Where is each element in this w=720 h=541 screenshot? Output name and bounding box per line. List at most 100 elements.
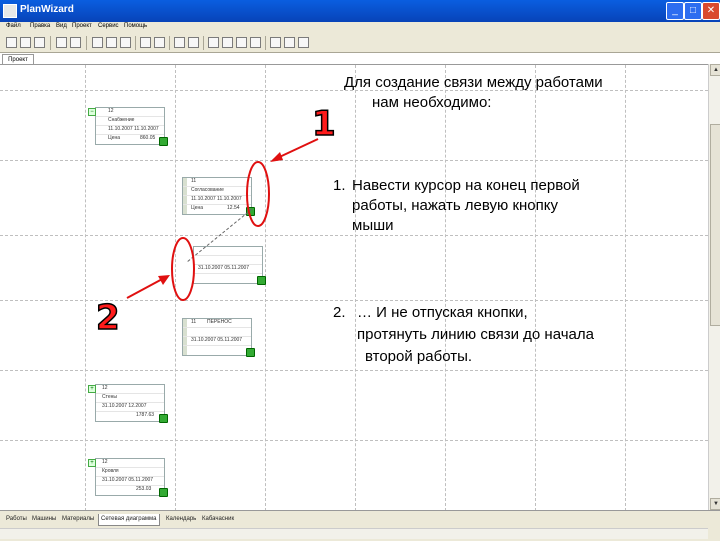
step2-line3: второй работы. [365, 348, 473, 365]
new-icon[interactable] [6, 37, 17, 48]
task-id: 12 [102, 385, 108, 391]
task-name: ПЕРЕНОС [207, 319, 232, 325]
grid-line [175, 65, 176, 511]
task-cost: 12.54 [227, 205, 240, 211]
paste-icon[interactable] [120, 37, 131, 48]
cut-icon[interactable] [92, 37, 103, 48]
grid-line [0, 370, 708, 371]
scroll-thumb[interactable] [710, 124, 720, 326]
toolbar-separator [86, 36, 87, 50]
task-name: Снабжение [108, 117, 135, 123]
menu-file[interactable]: Файл [6, 23, 21, 29]
person-icon[interactable] [270, 37, 281, 48]
close-button[interactable]: ✕ [702, 2, 720, 20]
task-name: Согласование [191, 187, 224, 193]
menu-help[interactable]: Помощь [124, 23, 147, 29]
grid-icon[interactable] [284, 37, 295, 48]
expand-icon[interactable]: + [88, 385, 96, 393]
scroll-down-icon[interactable]: ▼ [710, 498, 720, 510]
add-task-icon[interactable] [174, 37, 185, 48]
task-cost: 860.05 [140, 135, 156, 141]
step-marker-1: 1 [311, 103, 336, 145]
step-marker-2: 2 [95, 297, 120, 339]
task-card[interactable]: + 12 Стены 31.10.2007 12.2007 1787.63 [88, 384, 168, 423]
task-id: 11 [191, 319, 197, 325]
task-id: 12 [108, 108, 114, 114]
edit-task-icon[interactable] [188, 37, 199, 48]
instruction-heading-line1: Для создание связи между работами [344, 74, 603, 91]
tab-extra[interactable]: Кабачасник [200, 514, 236, 525]
grid-line [85, 65, 86, 511]
task-card[interactable]: + 12 Кровля 31.10.2007 05.11.2007 253.03 [88, 458, 168, 497]
vertical-scrollbar[interactable]: ▲ ▼ [708, 64, 720, 510]
check-icon [257, 276, 266, 285]
grid-line [445, 65, 446, 511]
info-icon[interactable] [250, 37, 261, 48]
check-icon [246, 348, 255, 357]
task-name: Кровля [102, 468, 119, 474]
task-id: 11 [191, 178, 197, 184]
check-icon [159, 137, 168, 146]
menu-service[interactable]: Сервис [98, 23, 119, 29]
step2-line2: протянуть линию связи до начала [357, 326, 594, 343]
grid-line [265, 65, 266, 511]
zoom-icon[interactable] [222, 37, 233, 48]
task-dates: 31.10.2007 12.2007 [102, 403, 147, 409]
task-cost: 253.03 [136, 486, 152, 492]
step1-line2: работы, нажать левую кнопку [352, 197, 558, 214]
toolbar-separator [135, 36, 136, 50]
collapse-icon[interactable]: − [88, 108, 96, 116]
title-bar: PlanWizard _ □ ✕ [0, 0, 720, 22]
task-cost: 1787.63 [136, 412, 155, 418]
grid-line [0, 160, 708, 161]
save-icon[interactable] [34, 37, 45, 48]
expand-icon[interactable]: + [88, 459, 96, 467]
grid-line [535, 65, 536, 511]
task-dates: 31.10.2007 05.11.2007 [191, 337, 243, 343]
preview-icon[interactable] [70, 37, 81, 48]
task-dates: 11.10.2007 11.10.2007 [191, 196, 242, 202]
task-cost-label: Цена [191, 205, 204, 211]
scroll-up-icon[interactable]: ▲ [710, 64, 720, 76]
step2-line1: … И не отпуская кнопки, [357, 304, 528, 321]
check-icon [246, 207, 255, 216]
instruction-heading-line2: нам необходимо: [372, 94, 492, 111]
tab-calendar[interactable]: Календарь [164, 514, 198, 525]
tab-materials[interactable]: Материалы [60, 514, 96, 525]
copy-icon[interactable] [106, 37, 117, 48]
undo-icon[interactable] [140, 37, 151, 48]
maximize-button[interactable]: □ [684, 2, 702, 20]
menu-project[interactable]: Проект [72, 23, 92, 29]
tab-machines[interactable]: Машины [30, 514, 58, 525]
open-icon[interactable] [20, 37, 31, 48]
check-icon [159, 488, 168, 497]
task-dates: 11.10.2007 11.10.2007 [108, 126, 159, 132]
check-icon[interactable] [298, 37, 309, 48]
toolbar [0, 34, 720, 53]
tab-works[interactable]: Работы [4, 514, 29, 525]
link-icon[interactable] [208, 37, 219, 48]
task-card[interactable]: − 12 Снабжение 11.10.2007 11.10.2007 Цен… [88, 107, 168, 146]
grid-line [355, 65, 356, 511]
task-dates: 31.10.2007 05.11.2007 [102, 477, 154, 483]
minimize-button[interactable]: _ [666, 2, 684, 20]
menu-view[interactable]: Вид [56, 23, 67, 29]
step1-line1: Навести курсор на конец первой [352, 177, 580, 194]
search-icon[interactable] [236, 37, 247, 48]
redo-icon[interactable] [154, 37, 165, 48]
task-card[interactable]: 11 ПЕРЕНОС 31.10.2007 05.11.2007 [182, 318, 255, 357]
print-icon[interactable] [56, 37, 67, 48]
task-card[interactable]: 31.10.2007 05.11.2007 [193, 246, 266, 285]
toolbar-separator [203, 36, 204, 50]
task-card[interactable]: 11 Согласование 11.10.2007 11.10.2007 Це… [182, 177, 255, 216]
step1-line3: мыши [352, 217, 394, 234]
task-name: Стены [102, 394, 117, 400]
menu-edit[interactable]: Правка [30, 23, 50, 29]
grid-line [625, 65, 626, 511]
task-cost-label: Цена [108, 135, 121, 141]
window-title: PlanWizard [20, 4, 74, 15]
tab-network-diagram[interactable]: Сетевая диаграмма [98, 514, 160, 526]
step2-number: 2. [333, 304, 346, 321]
horizontal-scrollbar[interactable] [0, 528, 708, 539]
grid-line [0, 440, 708, 441]
